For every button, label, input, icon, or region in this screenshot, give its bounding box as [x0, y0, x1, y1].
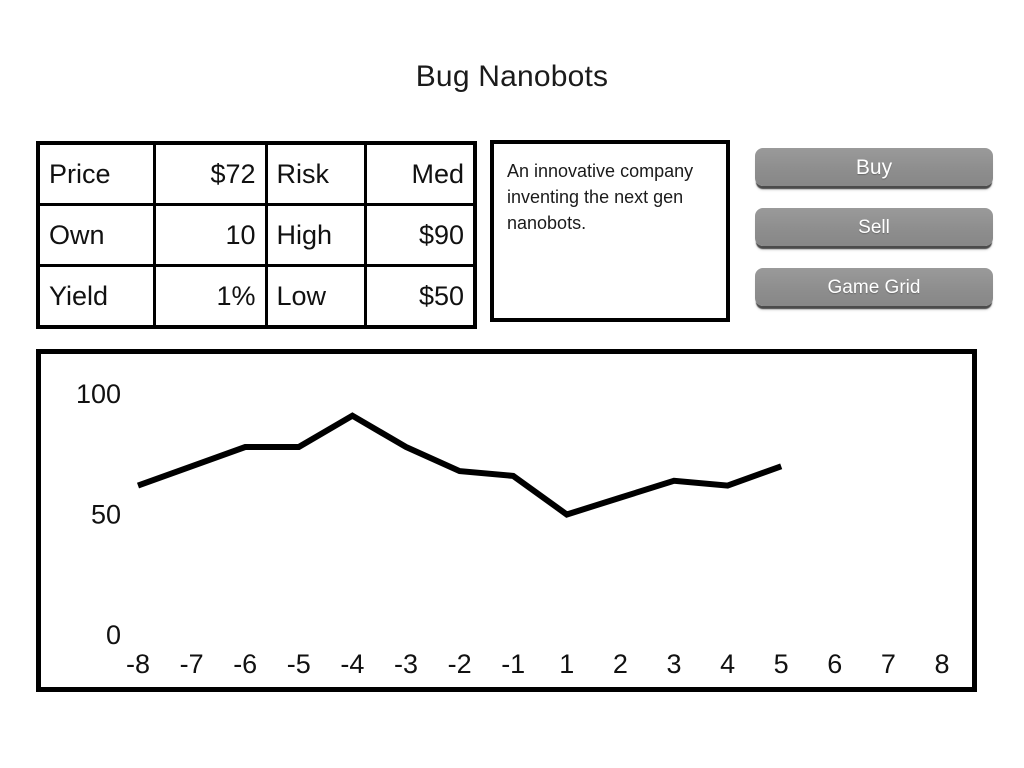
- x-tick-7: 7: [881, 649, 896, 679]
- stat-label-risk: Risk: [264, 141, 367, 206]
- page-title: Bug Nanobots: [415, 60, 609, 93]
- stat-label-high: High: [264, 203, 367, 267]
- x-tick-8: 8: [934, 649, 949, 679]
- stat-value-high: $90: [363, 203, 477, 267]
- sell-button-label: Sell: [858, 216, 890, 238]
- stat-label-low: Low: [264, 264, 367, 329]
- x-axis-tick-labels: -8 -7 -6 -5 -4 -3 -2 -1 1 2 3 4 5 6 7 8: [126, 649, 950, 679]
- table-row: Own 10 High $90: [36, 203, 477, 267]
- buy-button[interactable]: Buy: [755, 148, 993, 186]
- stat-value-price: $72: [152, 141, 268, 206]
- table-row: Price $72 Risk Med: [36, 141, 477, 206]
- stat-value-yield: 1%: [152, 264, 268, 329]
- x-tick--1: -1: [501, 649, 525, 679]
- price-chart-panel: 100 50 0 -8 -7 -6 -5 -4 -3 -2 -1 1 2 3 4 5 6 7 8: [36, 349, 977, 692]
- buy-button-label: Buy: [855, 155, 893, 179]
- game-grid-button[interactable]: Game Grid: [755, 268, 993, 306]
- x-tick-2: 2: [613, 649, 628, 679]
- stat-label-own: Own: [36, 203, 156, 267]
- stat-value-low: $50: [363, 264, 477, 329]
- x-tick-3: 3: [666, 649, 681, 679]
- y-tick-100: 100: [76, 379, 121, 409]
- x-tick--3: -3: [394, 649, 418, 679]
- stat-label-price: Price: [36, 141, 156, 206]
- action-button-group: Buy Sell Game Grid: [755, 148, 995, 328]
- x-tick-6: 6: [827, 649, 842, 679]
- x-tick--7: -7: [180, 649, 204, 679]
- table-row: Yield 1% Low $50: [36, 264, 477, 329]
- y-axis-tick-labels: 100 50 0: [76, 379, 121, 650]
- x-tick-4: 4: [720, 649, 735, 679]
- price-chart: 100 50 0 -8 -7 -6 -5 -4 -3 -2 -1 1 2 3 4 5 6 7 8: [76, 379, 950, 679]
- x-tick--5: -5: [287, 649, 311, 679]
- game-grid-button-label: Game Grid: [827, 276, 921, 298]
- x-tick--4: -4: [340, 649, 364, 679]
- description-box: An innovative company inventing the next…: [490, 140, 730, 322]
- x-tick-5: 5: [774, 649, 789, 679]
- price-line-series: [136, 412, 783, 518]
- stats-table: Price $72 Risk Med Own 10 High $90 Yield…: [36, 141, 477, 329]
- x-tick--8: -8: [126, 649, 150, 679]
- sell-button[interactable]: Sell: [755, 208, 993, 246]
- y-tick-50: 50: [91, 500, 121, 530]
- description-text: An innovative company inventing the next…: [507, 161, 694, 234]
- x-tick--2: -2: [448, 649, 472, 679]
- x-tick--6: -6: [233, 649, 257, 679]
- stat-value-own: 10: [152, 203, 268, 267]
- y-tick-0: 0: [106, 620, 121, 650]
- stat-value-risk: Med: [363, 141, 477, 206]
- x-tick-1: 1: [559, 649, 574, 679]
- stat-label-yield: Yield: [36, 264, 156, 329]
